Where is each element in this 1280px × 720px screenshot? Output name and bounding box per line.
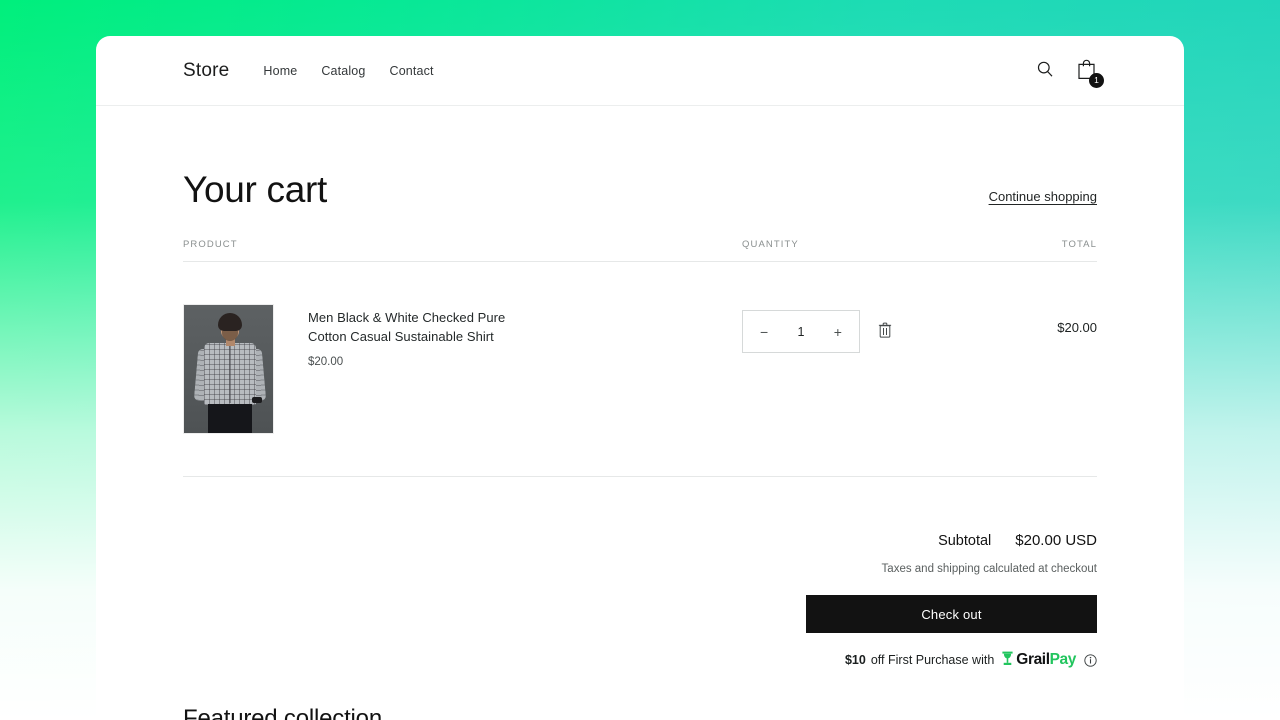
subtotal-value: $20.00 USD	[1015, 532, 1097, 549]
info-icon[interactable]	[1084, 653, 1097, 667]
grailpay-wordmark-pay: Pay	[1049, 651, 1077, 668]
subtotal-row: Subtotal $20.00 USD	[938, 532, 1097, 549]
trash-icon	[878, 322, 892, 341]
featured-collection-heading: Featured collection	[183, 705, 382, 720]
cart-item-product-cell: Men Black & White Checked Pure Cotton Ca…	[183, 304, 742, 434]
cart-table: PRODUCT QUANTITY TOTAL Men Black & White…	[183, 239, 1097, 477]
product-info: Men Black & White Checked Pure Cotton Ca…	[308, 304, 543, 368]
product-title[interactable]: Men Black & White Checked Pure Cotton Ca…	[308, 308, 543, 346]
column-header-total: TOTAL	[1061, 239, 1097, 250]
site-header: Store Home Catalog Contact 1	[96, 36, 1184, 106]
cart-page: Your cart Continue shopping PRODUCT QUAN…	[96, 106, 1184, 669]
checkout-button[interactable]: Check out	[806, 595, 1097, 633]
quantity-stepper[interactable]: − 1 +	[742, 310, 860, 353]
promo-amount: $10	[844, 653, 866, 667]
grail-chalice-icon	[1002, 651, 1013, 669]
quantity-decrease-button[interactable]: −	[756, 321, 772, 343]
remove-item-button[interactable]	[874, 318, 896, 345]
tax-shipping-note: Taxes and shipping calculated at checkou…	[881, 563, 1097, 575]
product-unit-price: $20.00	[308, 356, 344, 369]
grailpay-promo[interactable]: $10 off First Purchase with Grail Pay	[845, 651, 1097, 669]
store-page-card: Store Home Catalog Contact 1 Your cart C…	[96, 36, 1184, 720]
nav-item-catalog[interactable]: Catalog	[321, 64, 365, 78]
search-icon	[1036, 60, 1054, 81]
quantity-increase-button[interactable]: +	[830, 321, 846, 343]
cart-button[interactable]: 1	[1076, 58, 1104, 88]
page-title: Your cart	[183, 169, 328, 210]
store-logo[interactable]: Store	[183, 60, 229, 82]
cart-summary: Subtotal $20.00 USD Taxes and shipping c…	[183, 477, 1097, 669]
column-header-product: PRODUCT	[183, 239, 238, 250]
quantity-value[interactable]: 1	[798, 325, 805, 339]
nav-item-contact[interactable]: Contact	[390, 64, 434, 78]
subtotal-label: Subtotal	[938, 533, 992, 549]
header-actions: 1	[1036, 58, 1104, 88]
cart-line-item: Men Black & White Checked Pure Cotton Ca…	[183, 262, 1097, 434]
grailpay-logo: Grail Pay	[1002, 651, 1076, 669]
cart-count-badge: 1	[1089, 73, 1104, 88]
cart-table-header: PRODUCT QUANTITY TOTAL	[183, 239, 1097, 262]
cart-header-row: Your cart Continue shopping	[183, 106, 1097, 208]
search-button[interactable]	[1036, 60, 1054, 81]
cart-item-total: $20.00	[1057, 320, 1097, 335]
product-thumbnail[interactable]	[183, 304, 274, 434]
main-navigation: Home Catalog Contact	[263, 64, 433, 78]
column-header-quantity: QUANTITY	[742, 239, 799, 250]
nav-item-home[interactable]: Home	[263, 64, 297, 78]
continue-shopping-link[interactable]: Continue shopping	[989, 189, 1097, 208]
grailpay-wordmark-grail: Grail	[1016, 651, 1050, 668]
promo-text: off First Purchase with	[870, 653, 995, 667]
cart-item-quantity-cell: − 1 +	[742, 304, 967, 353]
